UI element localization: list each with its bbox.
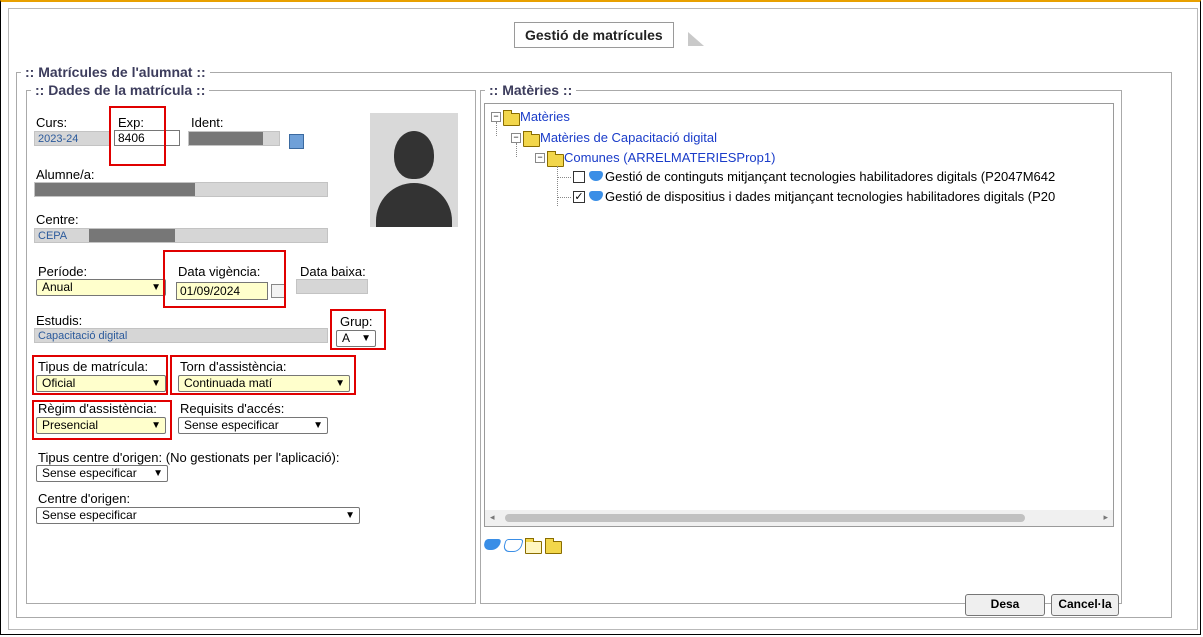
tree-node-root[interactable]: Matèries: [520, 109, 570, 124]
materia-icon: [589, 171, 603, 181]
chevron-down-icon: ▼: [151, 282, 161, 293]
collapse-icon[interactable]: −: [511, 133, 521, 143]
page-title: Gestió de matrícules: [514, 22, 674, 48]
ident-field: [188, 131, 280, 146]
ident-redacted: [189, 132, 263, 145]
centre-label: Centre:: [36, 212, 79, 227]
estudis-label: Estudis:: [36, 313, 83, 328]
collapse-icon[interactable]: −: [491, 112, 501, 122]
centre-origen-value: Sense especificar: [42, 508, 137, 522]
tipus-matricula-highlight: [32, 355, 168, 395]
materia-icon: [589, 191, 603, 201]
scroll-right-icon[interactable]: ▸: [1103, 512, 1108, 523]
photo-head-shape: [394, 131, 434, 179]
alumne-redacted: [35, 183, 195, 196]
scroll-left-icon[interactable]: ◂: [490, 512, 495, 523]
edit-materia-icon[interactable]: [502, 538, 524, 552]
cancel-button[interactable]: Cancel·la: [1051, 594, 1119, 616]
data-baixa-field: [296, 279, 368, 294]
tipus-centre-value: Sense especificar: [42, 466, 137, 480]
materia-checkbox-2[interactable]: ✓: [573, 191, 585, 203]
tree-item-continguts[interactable]: Gestió de continguts mitjançant tecnolog…: [605, 169, 1055, 184]
periode-select[interactable]: Anual ▼: [36, 279, 166, 296]
centre-origen-label: Centre d'origen:: [38, 491, 131, 506]
chevron-down-icon: ▼: [313, 420, 323, 431]
tree-line: [516, 143, 517, 157]
alumne-label: Alumne/a:: [36, 167, 95, 182]
exp-highlight: [109, 106, 166, 166]
photo-body-shape: [376, 183, 452, 227]
torn-highlight: [170, 355, 356, 395]
tree-line: [496, 122, 497, 136]
materia-checkbox-1[interactable]: [573, 171, 585, 183]
matricules-legend: :: Matrícules de l'alumnat ::: [25, 64, 206, 80]
requisits-label: Requisits d'accés:: [180, 401, 285, 416]
materies-tree: − Matèries − Matèries de Capacitació dig…: [484, 103, 1114, 527]
edit-materia-shape: [502, 539, 524, 552]
centre-value: CEPA: [38, 230, 68, 242]
periode-label: Període:: [38, 264, 88, 279]
regim-highlight: [32, 400, 172, 440]
tree-line: [557, 166, 558, 206]
ident-label: Ident:: [191, 115, 224, 130]
tree-line: [557, 197, 571, 198]
curs-field: 2023-24: [34, 131, 110, 146]
dades-legend: :: Dades de la matrícula ::: [35, 82, 206, 98]
curs-label: Curs:: [36, 115, 68, 130]
tree-horizontal-scrollbar[interactable]: ◂ ▸: [485, 510, 1113, 526]
centre-field: CEPA: [34, 228, 328, 243]
folder-open-icon: [503, 110, 520, 126]
data-baixa-label: Data baixa:: [300, 264, 366, 279]
centre-redacted: [89, 229, 175, 242]
grup-highlight: [330, 309, 386, 350]
alumne-field: [34, 182, 328, 197]
chevron-down-icon: ▼: [153, 468, 163, 479]
folder-icon[interactable]: [525, 538, 542, 554]
requisits-select[interactable]: Sense especificar ▼: [178, 417, 328, 434]
tipus-centre-label: Tipus centre d'origen: (No gestionats pe…: [38, 450, 340, 465]
add-materia-shape: [482, 539, 502, 550]
estudis-field: Capacitació digital: [34, 328, 328, 343]
data-vigencia-highlight: [163, 250, 286, 308]
folder-open-icon[interactable]: [545, 538, 562, 554]
tipus-centre-select[interactable]: Sense especificar ▼: [36, 465, 168, 482]
periode-value: Anual: [42, 280, 73, 294]
folder-open-icon: [547, 151, 564, 167]
folder-open-icon: [523, 131, 540, 147]
collapse-icon[interactable]: −: [535, 153, 545, 163]
save-button[interactable]: Desa: [965, 594, 1045, 616]
tree-node-capacitacio[interactable]: Matèries de Capacitació digital: [540, 130, 717, 145]
tree-item-dispositius[interactable]: Gestió de dispositius i dades mitjançant…: [605, 189, 1055, 204]
centre-origen-select[interactable]: Sense especificar ▼: [36, 507, 360, 524]
user-lookup-icon[interactable]: [289, 134, 304, 149]
add-materia-icon[interactable]: [482, 538, 502, 551]
tree-line: [557, 177, 571, 178]
student-photo: [370, 113, 458, 227]
title-fold-decoration: [688, 32, 704, 46]
tree-node-comunes[interactable]: Comunes (ARRELMATERIESProp1): [564, 150, 775, 165]
requisits-value: Sense especificar: [184, 418, 279, 432]
scrollbar-thumb[interactable]: [505, 514, 1025, 522]
materies-legend: :: Matèries ::: [489, 82, 573, 98]
chevron-down-icon: ▼: [345, 510, 355, 521]
